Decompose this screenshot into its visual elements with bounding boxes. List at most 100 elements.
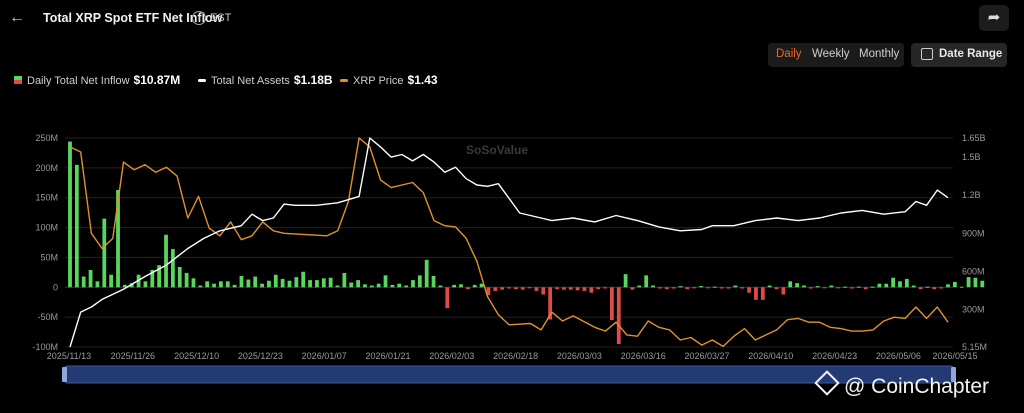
inflow-bar xyxy=(952,281,957,288)
inflow-bar xyxy=(795,283,799,288)
inflow-bar xyxy=(493,287,498,291)
inflow-bar xyxy=(699,286,703,288)
x-tick-label: 2026/03/03 xyxy=(557,351,602,361)
inflow-bar xyxy=(459,284,463,288)
left-tick-label: 150M xyxy=(35,193,58,203)
inflow-bar xyxy=(328,277,333,288)
inflow-bar xyxy=(877,283,882,288)
inflow-bar xyxy=(623,274,628,288)
inflow-bar xyxy=(946,284,950,288)
inflow-bar xyxy=(81,276,86,288)
navigator-left-handle[interactable] xyxy=(62,367,67,382)
right-tick-label: 600M xyxy=(962,266,985,276)
left-tick-label: -50M xyxy=(37,312,58,322)
inflow-bar xyxy=(232,284,237,288)
inflow-bar xyxy=(376,283,381,288)
inflow-bar xyxy=(205,281,210,288)
left-tick-label: 100M xyxy=(35,223,58,233)
inflow-bar xyxy=(767,285,772,288)
inflow-bar xyxy=(815,286,820,288)
x-tick-label: 2026/02/03 xyxy=(429,351,474,361)
inflow-bar xyxy=(452,284,457,288)
inflow-bar xyxy=(822,287,827,289)
inflow-bar xyxy=(802,285,806,288)
inflow-bar xyxy=(246,279,251,288)
inflow-bar xyxy=(932,287,937,290)
inflow-bar xyxy=(829,285,834,288)
inflow-bar xyxy=(342,272,347,288)
inflow-bar xyxy=(658,287,662,289)
inflow-bar xyxy=(863,287,868,290)
inflow-bar xyxy=(164,234,168,288)
inflow-bar xyxy=(692,287,697,289)
x-tick-label: 2026/04/23 xyxy=(812,351,857,361)
inflow-bar xyxy=(74,164,79,288)
left-tick-label: 50M xyxy=(40,252,58,262)
inflow-bar xyxy=(438,285,443,288)
inflow-bar xyxy=(637,285,642,288)
inflow-bar xyxy=(808,287,813,289)
x-tick-label: 2025/11/26 xyxy=(111,351,155,361)
inflow-bar xyxy=(719,287,724,289)
inflow-bar xyxy=(973,277,978,288)
brand-watermark: @ CoinChapter xyxy=(814,370,989,399)
right-tick-label: 900M xyxy=(962,228,985,238)
inflow-bar xyxy=(280,278,285,288)
inflow-bar xyxy=(582,287,587,291)
inflow-bar xyxy=(561,287,566,290)
inflow-bar xyxy=(356,280,360,288)
inflow-bar xyxy=(513,287,518,290)
inflow-bar xyxy=(369,285,374,288)
inflow-bar xyxy=(980,280,985,288)
x-tick-label: 2025/11/13 xyxy=(47,351,91,361)
x-tick-label: 2026/01/07 xyxy=(302,351,347,361)
inflow-bar xyxy=(706,287,710,289)
inflow-bar xyxy=(959,286,964,288)
inflow-bar xyxy=(754,287,758,300)
inflow-bar xyxy=(102,218,107,288)
x-tick-label: 2026/01/21 xyxy=(365,351,410,361)
inflow-bar xyxy=(671,287,676,289)
inflow-bar xyxy=(171,249,175,288)
inflow-bar xyxy=(177,266,182,288)
x-tick-label: 2026/04/10 xyxy=(748,351,793,361)
price-line xyxy=(69,137,949,348)
x-tick-label: 2026/02/18 xyxy=(493,351,538,361)
inflow-bar xyxy=(198,285,203,288)
inflow-bar xyxy=(507,287,511,289)
inflow-bar xyxy=(404,285,408,288)
inflow-bar xyxy=(747,287,751,293)
inflow-bar xyxy=(541,287,546,295)
inflow-bar xyxy=(568,287,573,290)
inflow-bar xyxy=(445,287,450,309)
inflow-bar xyxy=(315,280,319,288)
inflow-bar xyxy=(417,275,422,288)
inflow-bar xyxy=(610,287,614,321)
x-tick-label: 2025/12/23 xyxy=(238,351,283,361)
x-tick-label: 2026/05/15 xyxy=(932,351,977,361)
left-tick-label: 0 xyxy=(53,282,58,292)
inflow-bar xyxy=(363,284,367,288)
right-tick-label: 1.5B xyxy=(962,152,981,162)
inflow-bar xyxy=(685,287,690,290)
inflow-bar xyxy=(651,285,655,288)
x-tick-label: 2026/03/16 xyxy=(621,351,666,361)
inflow-bar xyxy=(424,259,429,288)
inflow-bar xyxy=(191,278,196,288)
inflow-bar xyxy=(712,286,717,288)
inflow-bar xyxy=(596,287,601,290)
inflow-bar xyxy=(555,287,559,290)
inflow-bar xyxy=(287,280,292,288)
inflow-bar xyxy=(500,287,505,290)
inflow-bar xyxy=(856,286,861,288)
inflow-bar xyxy=(884,283,889,288)
inflow-bar xyxy=(843,286,847,288)
inflow-bar xyxy=(349,282,354,288)
inflow-bar xyxy=(939,287,944,289)
assets-line xyxy=(69,137,949,348)
inflow-bar xyxy=(664,287,669,290)
inflow-bar xyxy=(891,277,896,288)
inflow-bar xyxy=(68,141,72,288)
inflow-bar xyxy=(966,277,971,288)
inflow-bar xyxy=(870,286,875,288)
